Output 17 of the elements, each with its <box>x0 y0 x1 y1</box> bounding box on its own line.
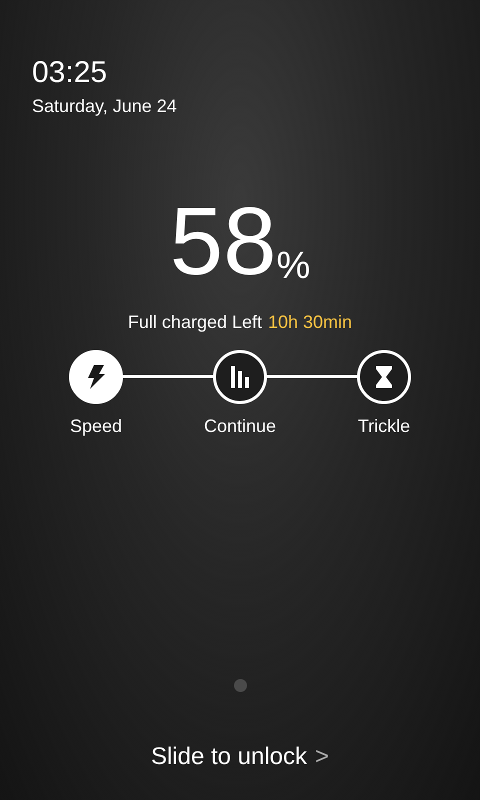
unlock-arrow: > <box>315 742 330 772</box>
charge-status-text: Full charged Left <box>128 311 262 334</box>
charge-mode-button[interactable] <box>357 350 411 404</box>
charge-mode-button[interactable] <box>213 350 267 404</box>
hourglass-icon <box>375 365 393 389</box>
slide-to-unlock-text[interactable]: Slide to unlock <box>150 742 308 772</box>
charge-mode-label: Continue <box>204 415 276 438</box>
bars-icon <box>230 365 250 389</box>
lightning-icon <box>85 364 107 390</box>
charge-mode-button[interactable] <box>69 350 123 404</box>
battery-percent: 58 <box>170 192 276 292</box>
charge-mode-label: Speed <box>70 415 122 438</box>
clock-time: 03:25 <box>32 56 108 90</box>
charge-mode-label: Trickle <box>358 415 410 438</box>
date-text: Saturday, June 24 <box>32 95 177 118</box>
percent-sign: % <box>276 244 310 288</box>
time-left-text: 10h 30min <box>268 311 352 334</box>
